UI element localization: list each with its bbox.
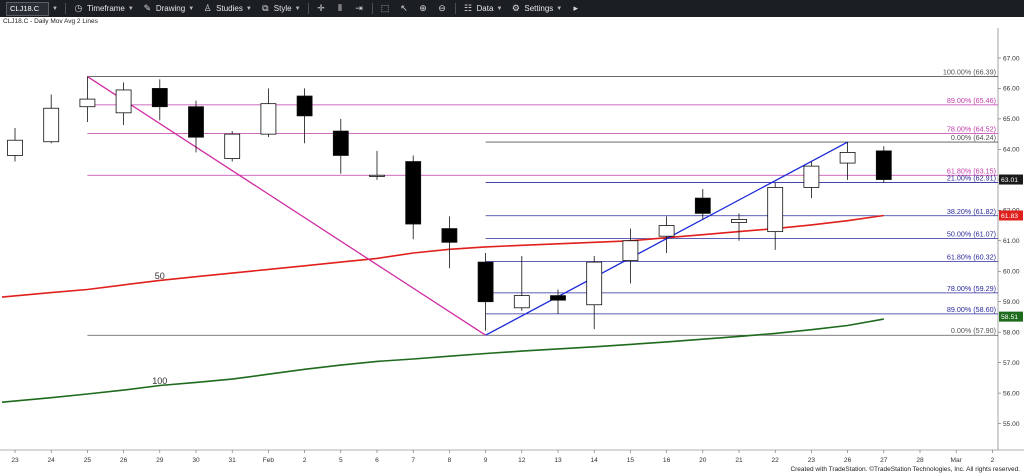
candle-body [477, 261, 494, 303]
time-tick-label: 25 [84, 457, 92, 464]
fib-level-label: 89.00% (58.60) [947, 305, 996, 314]
ma-line-50 [1, 214, 884, 298]
candle-body [694, 197, 711, 214]
fib-level-label: 78.00% (59.29) [947, 284, 996, 293]
fib-level-label: 50.00% (61.07) [947, 230, 996, 239]
candle-body [260, 103, 277, 135]
candle-body [405, 161, 422, 225]
price-tick-label: 67.00 [1003, 55, 1020, 62]
fib-level-label: 21.00% (62.91) [947, 174, 996, 183]
fib-level-label: 100.00% (66.39) [943, 68, 996, 77]
candle-body [622, 240, 639, 261]
time-tick-label: 14 [591, 457, 599, 464]
time-tick-label: 26 [844, 457, 852, 464]
candle-body [296, 95, 313, 117]
time-tick-label: 31 [229, 457, 237, 464]
candle-body [441, 228, 458, 243]
time-tick-label: 7 [411, 457, 415, 464]
candle-body [803, 165, 820, 188]
fib-level-label: 89.00% (65.46) [947, 96, 996, 105]
candle-body [586, 261, 603, 306]
time-tick-label: 28 [916, 457, 924, 464]
axes: 67.0066.0065.0064.0063.0062.0061.0060.00… [11, 55, 1020, 464]
fib-level-label: 0.00% (64.24) [951, 133, 996, 142]
candle-body [731, 219, 747, 223]
footer-created: Created with TradeStation. [790, 466, 868, 473]
time-tick-label: 2 [303, 457, 307, 464]
candle-body [151, 88, 168, 108]
candle-body [767, 187, 784, 233]
price-tick-label: 61.00 [1003, 238, 1020, 245]
moving-averages: 50 100 [1, 214, 884, 403]
price-tick-label: 65.00 [1003, 116, 1020, 123]
time-tick-label: 2 [991, 457, 995, 464]
price-tick-label: 66.00 [1003, 86, 1020, 93]
time-tick-label: 12 [518, 457, 526, 464]
price-tick-label: 56.00 [1003, 390, 1020, 397]
time-tick-label: 13 [554, 457, 562, 464]
price-badge-label: 63.01 [1001, 177, 1018, 184]
candle-body [658, 225, 675, 237]
candle-body [224, 133, 241, 159]
candle-body [7, 139, 23, 156]
time-tick-label: 5 [339, 457, 343, 464]
time-tick-label: Mar [951, 457, 963, 464]
price-badge-label: 61.83 [1001, 213, 1018, 220]
price-tick-label: 59.00 [1003, 299, 1020, 306]
candle-body [332, 130, 349, 156]
time-tick-label: 30 [192, 457, 200, 464]
time-tick-label: 26 [120, 457, 128, 464]
fib-level-label: 38.20% (61.82) [947, 207, 996, 216]
time-tick-label: 21 [735, 457, 743, 464]
candle-body [839, 152, 856, 164]
candle-body [79, 98, 96, 108]
candle-body [115, 89, 132, 114]
price-chart[interactable]: 100.00% (66.39)89.00% (65.46)78.00% (64.… [0, 0, 1024, 474]
time-tick-label: 24 [48, 457, 56, 464]
time-tick-label: 20 [699, 457, 707, 464]
candle-body [513, 295, 530, 309]
fib-level-label: 0.00% (57.90) [951, 326, 996, 335]
time-tick-label: 6 [375, 457, 379, 464]
time-tick-label: 16 [663, 457, 671, 464]
time-tick-label: Feb [263, 457, 275, 464]
fibonacci-lines: 100.00% (66.39)89.00% (65.46)78.00% (64.… [87, 68, 998, 336]
time-tick-label: 15 [627, 457, 635, 464]
time-tick-label: 23 [11, 457, 19, 464]
ma-line-100 [1, 318, 884, 403]
price-tick-label: 58.00 [1003, 329, 1020, 336]
ma-label: 100 [152, 376, 167, 386]
time-tick-label: 8 [448, 457, 452, 464]
candle-body [188, 106, 204, 138]
price-badge-label: 58.51 [1001, 314, 1018, 321]
candle-body [550, 295, 566, 301]
time-tick-label: 9 [484, 457, 488, 464]
trendline-down [87, 76, 486, 336]
footer-credit: Created with TradeStation. ©TradeStation… [790, 466, 1020, 473]
price-tick-label: 57.00 [1003, 360, 1020, 367]
time-tick-label: 29 [156, 457, 164, 464]
time-tick-label: 27 [880, 457, 888, 464]
candle-body [43, 107, 60, 143]
time-tick-label: 23 [808, 457, 816, 464]
candle-body [369, 174, 385, 177]
time-tick-label: 22 [772, 457, 780, 464]
fib-level-label: 61.80% (60.32) [947, 252, 996, 261]
price-tick-label: 55.00 [1003, 421, 1020, 428]
ma-label: 50 [155, 271, 165, 281]
price-tick-label: 64.00 [1003, 147, 1020, 154]
price-tick-label: 60.00 [1003, 269, 1020, 276]
candle-body [875, 150, 892, 180]
footer-copyright: ©TradeStation Technologies, Inc. All rig… [869, 466, 1020, 473]
